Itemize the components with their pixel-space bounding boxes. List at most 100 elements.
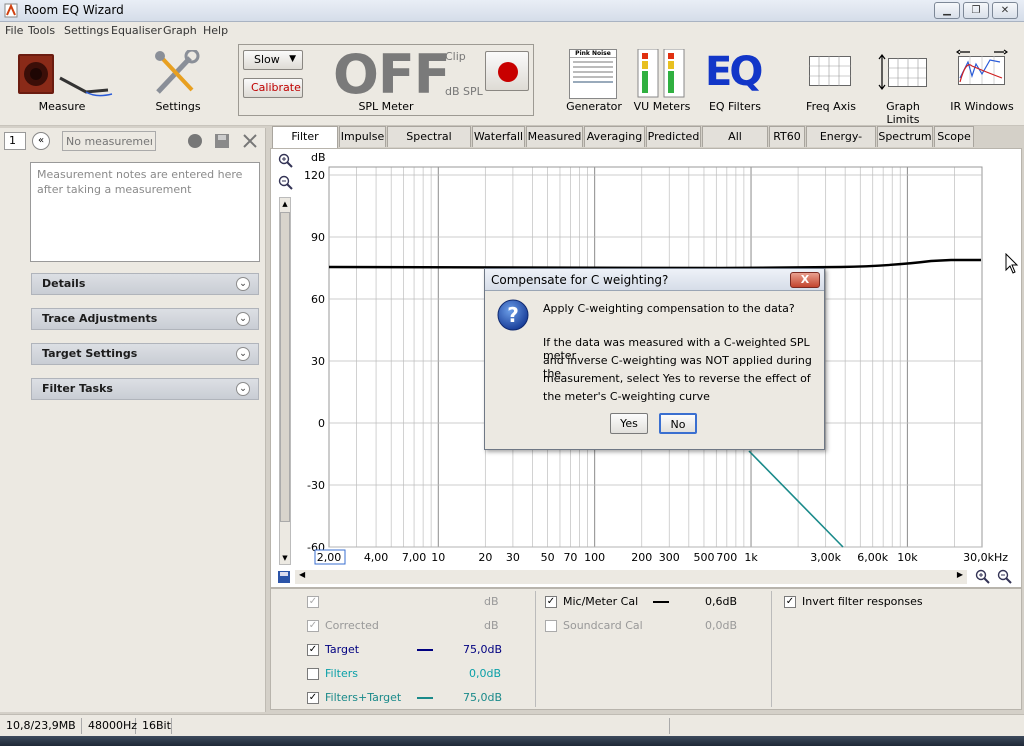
- soundcard-cal-checkbox[interactable]: [545, 620, 557, 632]
- tab-energy-time[interactable]: Energy-Time: [806, 126, 876, 163]
- legend-row-invert: ✓ Invert filter responses: [784, 594, 984, 610]
- invert-filters-checkbox[interactable]: ✓: [784, 596, 796, 608]
- graph-limits-button[interactable]: Graph Limits: [872, 48, 934, 126]
- graph-limits-icon: [878, 54, 927, 90]
- app-icon: [4, 3, 18, 18]
- minimize-button[interactable]: ▁: [934, 2, 960, 19]
- y-tick-label: 30: [311, 355, 325, 368]
- calibrate-button[interactable]: Calibrate: [243, 78, 303, 98]
- measurement-checkbox[interactable]: ✓: [307, 596, 319, 608]
- window-title: Room EQ Wizard: [24, 3, 124, 17]
- tab-waterfall[interactable]: Waterfall: [472, 126, 525, 147]
- tab-scope[interactable]: Scope: [934, 126, 974, 147]
- tab-filter-adjust[interactable]: Filter Adjust: [272, 126, 338, 163]
- corrected-checkbox[interactable]: ✓: [307, 620, 319, 632]
- save-icon[interactable]: [214, 133, 230, 149]
- menu-graph[interactable]: Graph: [163, 24, 197, 37]
- tab-averaging[interactable]: Averaging: [584, 126, 645, 147]
- corrected-value: dB: [484, 619, 499, 632]
- generator-button[interactable]: Pink Noise Generator: [564, 48, 624, 120]
- tab-rt60[interactable]: RT60: [769, 126, 805, 147]
- filters-target-trace: [748, 450, 844, 548]
- zoom-in-horizontal-icon[interactable]: [975, 569, 991, 585]
- sample-rate-status: 48000Hz: [84, 718, 137, 734]
- mouse-cursor-icon: [1005, 253, 1019, 274]
- generator-mini-label: Pink Noise: [570, 50, 616, 58]
- eq-filters-button[interactable]: EQ EQ Filters: [702, 48, 768, 120]
- vu-meters-button[interactable]: VU Meters: [632, 48, 692, 120]
- x-tick-label: 300: [659, 551, 680, 564]
- chevron-down-icon: ▼: [289, 54, 296, 64]
- speed-select[interactable]: Slow ▼: [243, 50, 303, 70]
- freq-axis-button[interactable]: Freq Axis: [804, 48, 858, 120]
- x-tick-label: 500: [693, 551, 714, 564]
- target-checkbox[interactable]: ✓: [307, 644, 319, 656]
- soundcard-cal-label: Soundcard Cal: [563, 619, 643, 632]
- tab-all-impulses[interactable]: All Impulses: [702, 126, 768, 163]
- section-target-settings[interactable]: Target Settings ⌄: [31, 343, 259, 365]
- legend-row-soundcard-cal: Soundcard Cal 0,0dB: [545, 618, 755, 634]
- maximize-button[interactable]: ❐: [963, 2, 989, 19]
- tab-spectral-decay[interactable]: Spectral Decay: [387, 126, 471, 163]
- legend-row-corrected: ✓ Corrected dB: [307, 618, 507, 634]
- record-button[interactable]: [485, 51, 529, 91]
- graph-limits-label: Graph Limits: [886, 100, 920, 126]
- speaker-mic-icon: [18, 54, 113, 97]
- tab-measured[interactable]: Measured: [526, 126, 583, 147]
- generator-label: Generator: [566, 100, 622, 113]
- measurement-color-icon[interactable]: [188, 134, 202, 148]
- x-tick-label: 10: [431, 551, 445, 564]
- section-trace-adjustments[interactable]: Trace Adjustments ⌄: [31, 308, 259, 330]
- filters-checkbox[interactable]: [307, 668, 319, 680]
- corrected-label: Corrected: [325, 619, 379, 632]
- menu-file[interactable]: File: [5, 24, 23, 37]
- horizontal-scrollbar[interactable]: ◀ ▶: [295, 570, 967, 584]
- x-tick-label: 200: [631, 551, 652, 564]
- filters-target-label: Filters+Target: [325, 691, 402, 704]
- y-tick-label: 90: [311, 231, 325, 244]
- notes-textarea[interactable]: Measurement notes are entered here after…: [30, 162, 260, 262]
- menu-equaliser[interactable]: Equaliser: [111, 24, 162, 37]
- filters-target-swatch: [417, 697, 433, 699]
- collapse-panel-button[interactable]: «: [32, 132, 50, 150]
- menu-tools[interactable]: Tools: [28, 24, 55, 37]
- menu-bar: File Tools Settings Equaliser Graph Help: [0, 22, 1024, 40]
- ir-windows-label: IR Windows: [950, 100, 1014, 113]
- invert-filters-label: Invert filter responses: [802, 595, 923, 608]
- settings-button[interactable]: Settings: [140, 48, 216, 120]
- save-graph-icon[interactable]: [277, 570, 291, 584]
- filters-target-checkbox[interactable]: ✓: [307, 692, 319, 704]
- dialog-title: Compensate for C weighting?: [491, 273, 669, 287]
- section-filter-tasks[interactable]: Filter Tasks ⌄: [31, 378, 259, 400]
- menu-help[interactable]: Help: [203, 24, 228, 37]
- close-window-button[interactable]: ✕: [992, 2, 1018, 19]
- section-details-label: Details: [42, 277, 86, 290]
- measurement-name-input[interactable]: [62, 131, 156, 151]
- chevron-down-icon: ⌄: [236, 347, 250, 361]
- mic-cal-checkbox[interactable]: ✓: [545, 596, 557, 608]
- tab-spectrum[interactable]: Spectrum: [877, 126, 933, 147]
- close-icon[interactable]: [242, 133, 258, 149]
- tab-predicted[interactable]: Predicted: [646, 126, 701, 147]
- measurement-index[interactable]: 1: [4, 132, 26, 150]
- svg-text:?: ?: [507, 303, 519, 327]
- y-tick-label: 0: [318, 417, 325, 430]
- tab-impulse[interactable]: Impulse: [339, 126, 386, 147]
- measure-button[interactable]: Measure: [14, 48, 114, 120]
- yes-button[interactable]: Yes: [610, 413, 648, 434]
- y-tick-label: -30: [307, 479, 325, 492]
- spl-display: OFF: [333, 43, 451, 106]
- mic-cal-swatch: [653, 601, 669, 603]
- spl-meter-panel: Slow ▼ Calibrate OFF Clip dB SPL SPL Met…: [238, 43, 534, 116]
- menu-settings[interactable]: Settings: [64, 24, 109, 37]
- eq-filters-label: EQ Filters: [708, 100, 762, 113]
- settings-label: Settings: [155, 100, 201, 113]
- x-tick-label: 50: [541, 551, 555, 564]
- clip-indicator: Clip: [445, 50, 466, 63]
- freq-axis-label: Freq Axis: [806, 100, 856, 113]
- section-details[interactable]: Details ⌄: [31, 273, 259, 295]
- no-button[interactable]: No: [659, 413, 697, 434]
- zoom-out-horizontal-icon[interactable]: [997, 569, 1013, 585]
- dialog-close-button[interactable]: X: [790, 272, 820, 288]
- ir-windows-button[interactable]: IR Windows: [950, 48, 1014, 120]
